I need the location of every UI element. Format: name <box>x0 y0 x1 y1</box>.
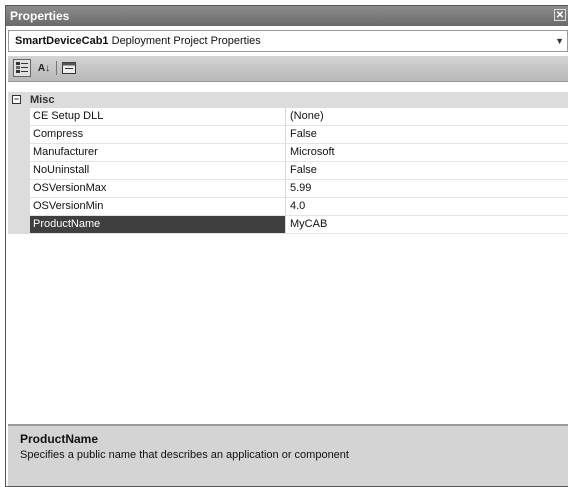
categorized-icon <box>16 62 28 73</box>
chevron-down-icon[interactable]: ▼ <box>555 31 564 51</box>
property-name: NoUninstall <box>30 162 286 179</box>
window-title: Properties <box>10 9 70 23</box>
properties-window: Properties ✕ SmartDeviceCab1 Deployment … <box>5 5 568 487</box>
property-pages-button[interactable] <box>60 59 78 77</box>
property-row-manufacturer[interactable]: Manufacturer Microsoft <box>30 144 568 162</box>
close-icon[interactable]: ✕ <box>554 9 566 21</box>
object-selector-dropdown[interactable]: SmartDeviceCab1 Deployment Project Prope… <box>8 30 568 52</box>
property-value[interactable]: 4.0 <box>290 198 305 215</box>
property-name: Compress <box>30 126 286 143</box>
category-label: Misc <box>30 94 55 106</box>
property-name: CE Setup DLL <box>30 108 286 125</box>
property-name: Manufacturer <box>30 144 286 161</box>
alphabetical-button[interactable]: A↓ <box>35 59 53 77</box>
sort-az-icon: A↓ <box>37 62 51 74</box>
property-value[interactable]: 5.99 <box>290 180 311 197</box>
collapse-icon[interactable]: − <box>12 95 21 104</box>
property-row-compress[interactable]: Compress False <box>30 126 568 144</box>
property-value[interactable]: False <box>290 126 317 143</box>
categorized-button[interactable] <box>13 59 31 77</box>
property-name: OSVersionMax <box>30 180 286 197</box>
grid-gutter <box>8 108 30 234</box>
description-panel: ProductName Specifies a public name that… <box>8 424 568 486</box>
property-row-osversionmin[interactable]: OSVersionMin 4.0 <box>30 198 568 216</box>
property-row-nouninstall[interactable]: NoUninstall False <box>30 162 568 180</box>
property-name: OSVersionMin <box>30 198 286 215</box>
category-row-misc[interactable]: − Misc <box>8 92 568 108</box>
description-title: ProductName <box>20 432 99 446</box>
property-grid: − Misc CE Setup DLL (None) Compress Fals… <box>8 84 568 424</box>
property-value[interactable]: (None) <box>290 108 324 125</box>
property-row-osversionmax[interactable]: OSVersionMax 5.99 <box>30 180 568 198</box>
property-value[interactable]: Microsoft <box>290 144 335 161</box>
toolbar-separator <box>56 61 57 75</box>
object-type: Deployment Project Properties <box>111 35 261 47</box>
property-pages-icon <box>62 62 76 74</box>
description-text: Specifies a public name that describes a… <box>20 449 349 461</box>
property-value[interactable]: False <box>290 162 317 179</box>
property-value[interactable]: MyCAB <box>290 216 327 233</box>
property-name: ProductName <box>30 216 286 233</box>
title-bar[interactable]: Properties ✕ <box>6 6 568 26</box>
property-row-productname[interactable]: ProductName MyCAB <box>30 216 568 234</box>
object-name: SmartDeviceCab1 <box>15 35 109 47</box>
property-row-ce-setup-dll[interactable]: CE Setup DLL (None) <box>30 108 568 126</box>
toolbar: A↓ <box>8 56 568 82</box>
